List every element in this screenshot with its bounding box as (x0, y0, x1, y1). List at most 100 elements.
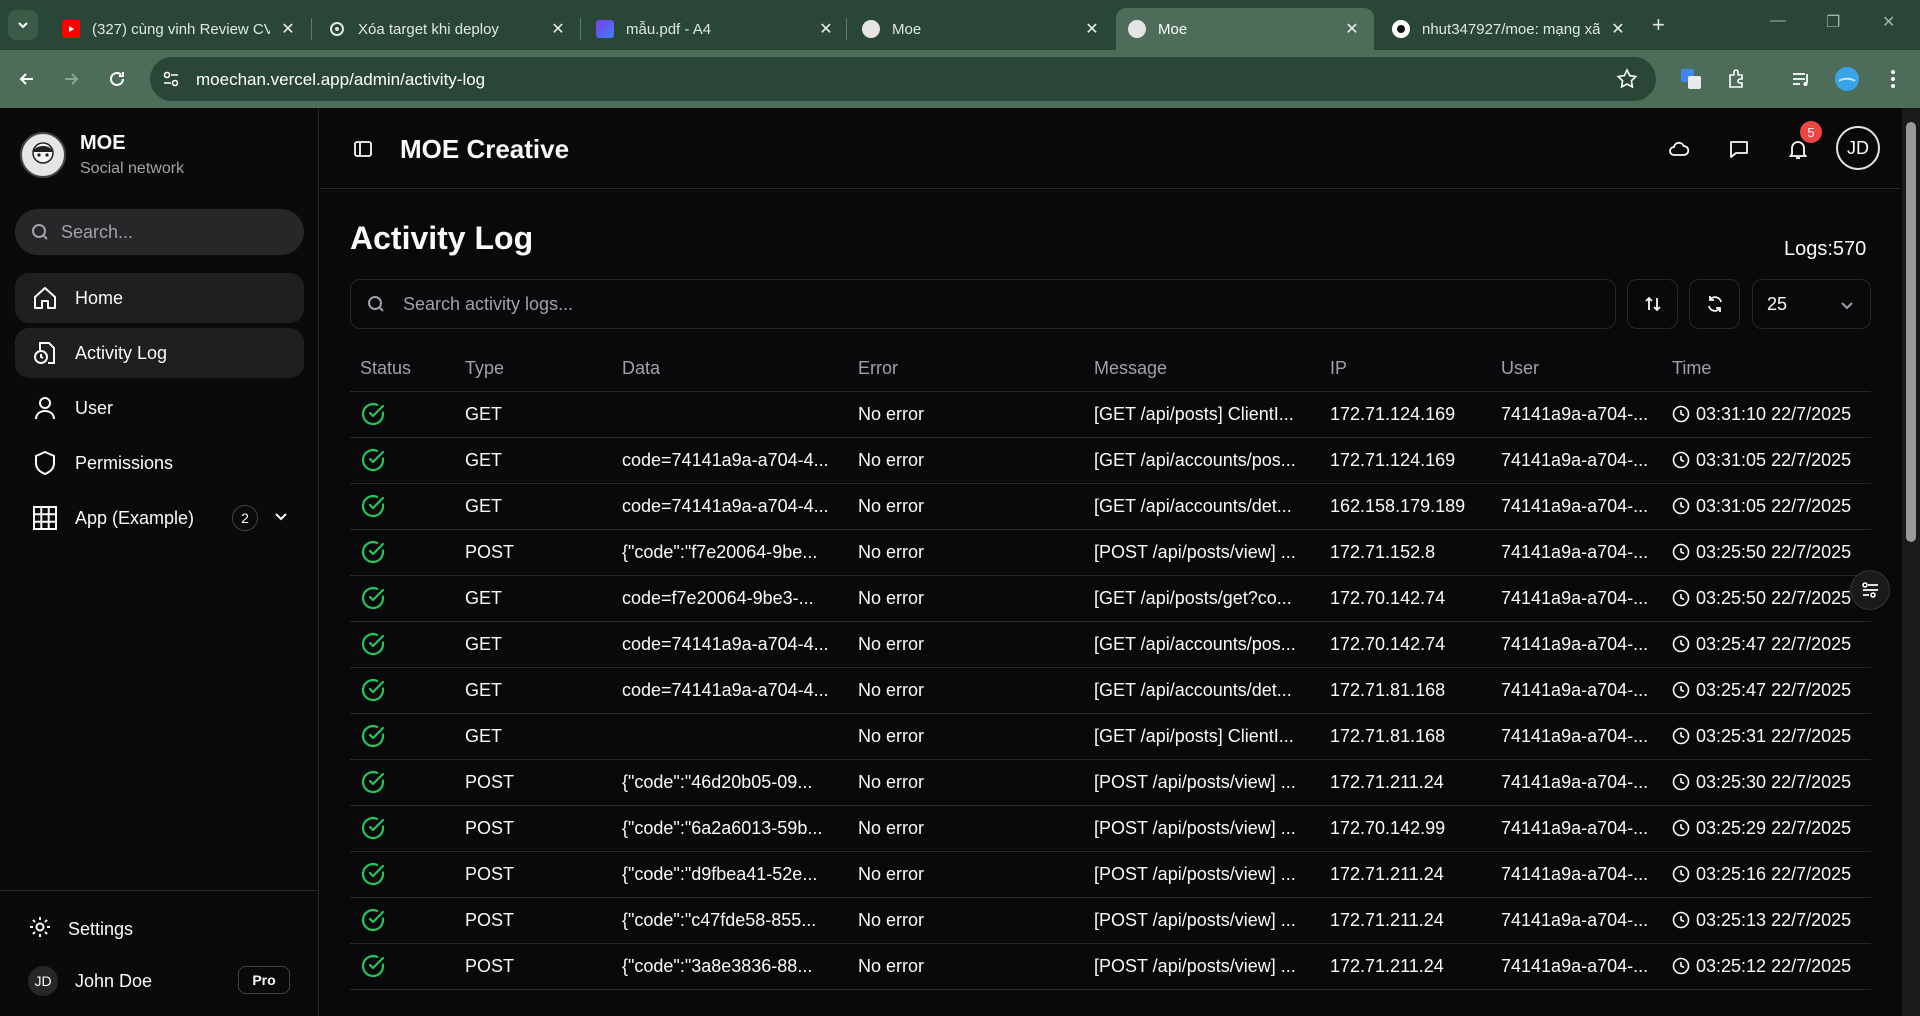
cell-type: GET (465, 680, 503, 700)
close-icon[interactable]: ✕ (1608, 19, 1628, 39)
activity-log-search-input[interactable]: Search activity logs... (350, 279, 1616, 329)
time-value: 03:31:10 22/7/2025 (1696, 404, 1852, 424)
avatar[interactable]: JD (28, 966, 58, 996)
brand-logo[interactable] (20, 132, 66, 178)
cell-ip: 162.158.179.189 (1330, 496, 1466, 516)
table-row[interactable]: GET No error [GET /api/posts] ClientI... 17… (350, 714, 1871, 760)
more-menu-icon[interactable] (1880, 66, 1906, 92)
profile-icon[interactable] (1834, 66, 1860, 92)
cell-data: {"code":"6a2a6013-59b... (622, 818, 823, 838)
cell-user: 74141a9a-a704-... (1501, 542, 1649, 562)
column-header-error[interactable]: Error (858, 358, 898, 379)
cell-message: [GET /api/accounts/pos... (1094, 634, 1296, 654)
tab-search-button[interactable] (8, 10, 38, 40)
column-header-ip[interactable]: IP (1330, 358, 1347, 379)
table-row[interactable]: POST {"code":"c47fde58-855... No error [POS… (350, 898, 1871, 944)
extensions-icon[interactable] (1724, 66, 1750, 92)
close-icon[interactable]: ✕ (1342, 19, 1362, 39)
app-title: MOE Creative (400, 134, 570, 164)
sidebar-item-user[interactable]: User (15, 383, 304, 433)
sidebar-item-home[interactable]: Home (15, 273, 304, 323)
sidebar-search-input[interactable]: Search... (15, 209, 304, 255)
table-row[interactable]: POST {"code":"6a2a6013-59b... No error [POS… (350, 806, 1871, 852)
column-header-time[interactable]: Time (1672, 358, 1711, 379)
cell-error: No error (858, 634, 925, 654)
cell-user: 74141a9a-a704-... (1501, 864, 1649, 884)
cell-type: POST (465, 956, 515, 976)
bookmark-star-icon[interactable] (1614, 66, 1640, 92)
cell-time: 03:31:10 22/7/2025 (1672, 404, 1851, 428)
table-row[interactable]: POST {"code":"3a8e3836-88... No error [POST… (350, 944, 1871, 990)
browser-tab-github[interactable]: nhut347927/moe: mạng xã ✕ (1380, 8, 1640, 50)
table-row[interactable]: GET code=74141a9a-a704-4... No error [GET /… (350, 668, 1871, 714)
column-header-status[interactable]: Status (360, 358, 411, 379)
plan-badge: Pro (238, 966, 290, 994)
back-button[interactable] (14, 66, 40, 92)
table-row[interactable]: GET code=74141a9a-a704-4... No error [GET /… (350, 484, 1871, 530)
browser-tab-moe[interactable]: Moe ✕ (850, 8, 1114, 50)
cell-error: No error (858, 450, 925, 470)
browser-tab-pdf[interactable]: mẫu.pdf - A4 ✕ (584, 8, 848, 50)
cell-data: {"code":"d9fbea41-52e... (622, 864, 818, 884)
refresh-button[interactable] (1689, 279, 1740, 329)
cell-error: No error (858, 726, 925, 746)
clock-icon (1672, 681, 1690, 704)
column-header-data[interactable]: Data (622, 358, 660, 379)
sidebar-item-activity-log[interactable]: Activity Log (15, 328, 304, 378)
new-tab-button[interactable]: + (1652, 12, 1665, 38)
browser-tab-chatgpt[interactable]: Xóa target khi deploy ✕ (316, 8, 580, 50)
column-header-type[interactable]: Type (465, 358, 504, 379)
restore-icon[interactable]: ❐ (1826, 12, 1840, 32)
cell-ip: 172.71.211.24 (1330, 956, 1444, 976)
window-close-icon[interactable]: ✕ (1882, 12, 1895, 32)
minimize-icon[interactable]: — (1770, 12, 1786, 30)
site-settings-icon[interactable] (158, 66, 184, 92)
cell-type: GET (465, 450, 503, 470)
media-control-icon[interactable] (1788, 66, 1814, 92)
cell-type: POST (465, 818, 515, 838)
column-header-message[interactable]: Message (1094, 358, 1167, 379)
reload-button[interactable] (104, 66, 130, 92)
sidebar-item-permissions[interactable]: Permissions (15, 438, 304, 488)
table-row[interactable]: POST {"code":"f7e20064-9be... No error [POS… (350, 530, 1871, 576)
sidebar-item-settings[interactable]: Settings (28, 915, 133, 944)
cloud-icon (1669, 141, 1690, 156)
browser-tab-moe-active[interactable]: Moe ✕ (1116, 8, 1374, 50)
logs-count: Logs:570 (1784, 238, 1867, 260)
avatar[interactable]: JD (1836, 126, 1880, 170)
filter-settings-button[interactable] (1850, 570, 1890, 610)
cell-time: 03:25:13 22/7/2025 (1672, 910, 1851, 934)
page-size-value: 25 (1767, 293, 1788, 314)
check-circle-icon (360, 493, 386, 524)
user-name[interactable]: John Doe (75, 971, 152, 992)
table-row[interactable]: POST {"code":"46d20b05-09... No error [POST… (350, 760, 1871, 806)
close-icon[interactable]: ✕ (548, 19, 568, 39)
messages-button[interactable] (1726, 136, 1752, 162)
toggle-sidebar-button[interactable] (350, 136, 376, 162)
chevron-down-icon[interactable] (272, 507, 290, 530)
table-row[interactable]: GET code=f7e20064-9be3-... No error [GET /a… (350, 576, 1871, 622)
forward-button[interactable] (58, 66, 84, 92)
scrollbar-thumb[interactable] (1906, 122, 1916, 542)
cloud-button[interactable] (1666, 136, 1692, 162)
check-circle-icon (360, 401, 386, 432)
sort-button[interactable] (1627, 279, 1678, 329)
table-row[interactable]: GET No error [GET /api/posts] ClientI... 17… (350, 392, 1871, 438)
column-header-user[interactable]: User (1501, 358, 1539, 379)
cell-ip: 172.71.211.24 (1330, 864, 1444, 884)
google-translate-icon[interactable] (1678, 66, 1704, 92)
table-row[interactable]: POST {"code":"d9fbea41-52e... No error [POS… (350, 852, 1871, 898)
page-size-select[interactable]: 25 (1752, 279, 1871, 329)
close-icon[interactable]: ✕ (1082, 19, 1102, 39)
url-text[interactable]: moechan.vercel.app/admin/activity-log (196, 70, 485, 90)
time-value: 03:25:50 22/7/2025 (1696, 542, 1852, 562)
close-icon[interactable]: ✕ (278, 19, 298, 39)
sidebar-item-app-example[interactable]: App (Example) 2 (15, 493, 304, 543)
cell-user: 74141a9a-a704-... (1501, 404, 1649, 424)
browser-tab-youtube[interactable]: (327) cùng vinh Review CV ✕ (50, 8, 310, 50)
close-icon[interactable]: ✕ (816, 19, 836, 39)
table-row[interactable]: GET code=74141a9a-a704-4... No error [GET /… (350, 622, 1871, 668)
table-row[interactable]: GET code=74141a9a-a704-4... No error [GET /… (350, 438, 1871, 484)
time-value: 03:25:31 22/7/2025 (1696, 726, 1852, 746)
cell-error: No error (858, 496, 925, 516)
